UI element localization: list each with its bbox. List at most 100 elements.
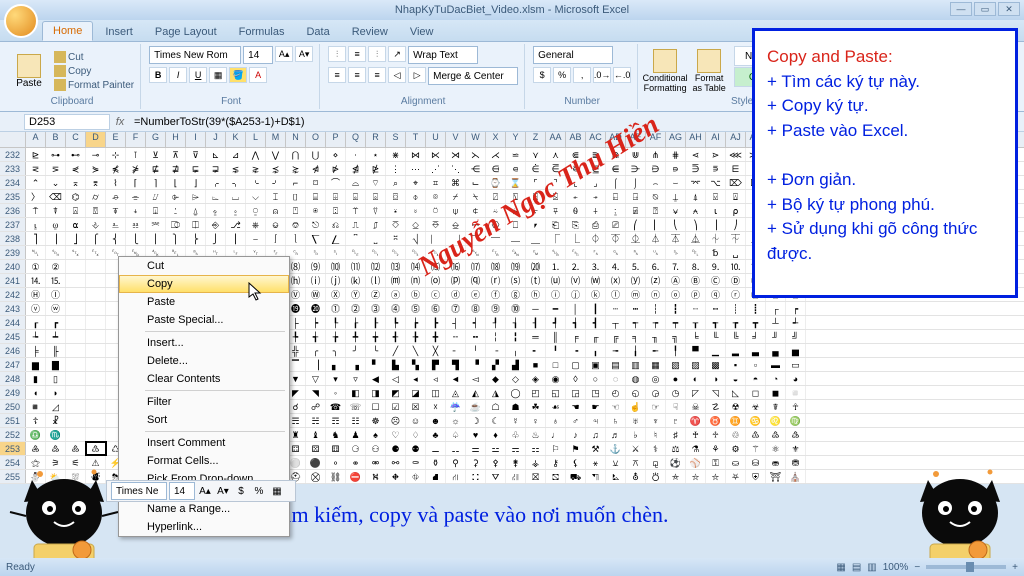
cell[interactable]: ◃ bbox=[426, 372, 446, 385]
cell[interactable]: ⌑ bbox=[306, 176, 326, 189]
cell[interactable]: ⍴ bbox=[726, 204, 746, 217]
cell[interactable]: ⎝ bbox=[666, 218, 686, 231]
column-header[interactable]: AJ bbox=[726, 132, 746, 147]
cell[interactable]: ⌲ bbox=[186, 190, 206, 203]
cell[interactable]: ♢ bbox=[406, 428, 426, 441]
cell[interactable]: ⓠ bbox=[706, 288, 726, 301]
cell[interactable]: ⎆ bbox=[206, 218, 226, 231]
cell[interactable]: ⌄ bbox=[46, 176, 66, 189]
cell[interactable]: ┇ bbox=[666, 302, 686, 315]
cell[interactable]: ⍹ bbox=[46, 218, 66, 231]
cell[interactable]: ⋗ bbox=[706, 148, 726, 161]
cell[interactable]: ⍕ bbox=[106, 204, 126, 217]
cell[interactable]: ⓡ bbox=[726, 288, 746, 301]
cell[interactable]: ▂ bbox=[726, 344, 746, 357]
cell[interactable]: ◹ bbox=[706, 386, 726, 399]
cell[interactable]: ━ bbox=[546, 302, 566, 315]
cell[interactable]: ║ bbox=[546, 330, 566, 343]
cell[interactable]: ␣ bbox=[726, 246, 746, 259]
mini-currency[interactable]: $ bbox=[233, 483, 249, 499]
cell[interactable]: ♦ bbox=[486, 428, 506, 441]
cell[interactable]: ⏅ bbox=[686, 232, 706, 245]
cell[interactable]: ☻ bbox=[426, 414, 446, 427]
cell[interactable]: ⓚ bbox=[586, 288, 606, 301]
cell[interactable]: ⛛ bbox=[486, 470, 506, 483]
cell[interactable]: ⚾ bbox=[686, 456, 706, 469]
cell[interactable]: ⎹ bbox=[446, 232, 466, 245]
cell[interactable]: Ⓨ bbox=[346, 288, 366, 301]
cell[interactable]: ┌ bbox=[766, 302, 786, 315]
cell[interactable]: ╚ bbox=[726, 330, 746, 343]
cell[interactable]: ␓ bbox=[406, 246, 426, 259]
cell[interactable]: ─ bbox=[526, 302, 546, 315]
cell[interactable]: ⋬ bbox=[346, 162, 366, 175]
cell[interactable]: ◂ bbox=[406, 372, 426, 385]
cell[interactable]: ╊ bbox=[406, 330, 426, 343]
cell[interactable]: ♍ bbox=[786, 414, 806, 427]
cell[interactable]: ♸ bbox=[66, 442, 86, 455]
cell[interactable]: ┏ bbox=[46, 316, 66, 329]
cell[interactable]: ⋤ bbox=[186, 162, 206, 175]
cell[interactable]: ⌘ bbox=[446, 176, 466, 189]
cell[interactable]: ☾ bbox=[486, 414, 506, 427]
cell[interactable]: ⎋ bbox=[306, 218, 326, 231]
cell[interactable]: ☒ bbox=[406, 400, 426, 413]
cell[interactable]: ⒦ bbox=[346, 274, 366, 287]
cell[interactable]: ◶ bbox=[646, 386, 666, 399]
cell[interactable]: ◫ bbox=[426, 386, 446, 399]
cell[interactable]: ┃ bbox=[586, 302, 606, 315]
cell[interactable]: ◷ bbox=[666, 386, 686, 399]
cell[interactable]: ⒇ bbox=[526, 260, 546, 273]
column-header[interactable]: U bbox=[426, 132, 446, 147]
cell[interactable]: ⎈ bbox=[246, 218, 266, 231]
cell[interactable] bbox=[66, 400, 86, 413]
cell[interactable]: ▅ bbox=[786, 344, 806, 357]
cell[interactable]: ┆ bbox=[646, 302, 666, 315]
cell[interactable]: ⋉ bbox=[426, 148, 446, 161]
cell[interactable]: ☝ bbox=[626, 400, 646, 413]
cell[interactable]: ⋊ bbox=[446, 148, 466, 161]
cell[interactable]: ☟ bbox=[666, 400, 686, 413]
cell[interactable]: ⛞ bbox=[546, 470, 566, 483]
cell[interactable]: ⎛ bbox=[626, 218, 646, 231]
comma-button[interactable]: , bbox=[573, 67, 591, 83]
cell[interactable]: ⍋ bbox=[686, 190, 706, 203]
cell[interactable]: ␖ bbox=[466, 246, 486, 259]
close-button[interactable]: ✕ bbox=[998, 2, 1020, 16]
cell[interactable]: ┣ bbox=[426, 316, 446, 329]
cell[interactable]: ♎ bbox=[26, 428, 46, 441]
cell[interactable]: ⋆ bbox=[366, 148, 386, 161]
cell[interactable]: ⏄ bbox=[666, 232, 686, 245]
cell[interactable]: ⋭ bbox=[366, 162, 386, 175]
column-header[interactable]: W bbox=[466, 132, 486, 147]
cell[interactable]: ⑿ bbox=[366, 260, 386, 273]
cell[interactable]: ⎇ bbox=[226, 218, 246, 231]
cell[interactable]: ⌢ bbox=[646, 176, 666, 189]
cell[interactable]: ⛚ bbox=[466, 470, 486, 483]
tab-data[interactable]: Data bbox=[296, 23, 339, 41]
cell[interactable]: ⛙ bbox=[446, 470, 466, 483]
cell[interactable]: ␃ bbox=[86, 246, 106, 259]
cell[interactable]: ⓷ bbox=[366, 302, 386, 315]
cell[interactable]: ♬ bbox=[606, 428, 626, 441]
cell[interactable]: ⋋ bbox=[466, 148, 486, 161]
cell[interactable]: ⋺ bbox=[626, 162, 646, 175]
cell[interactable]: ⊺ bbox=[126, 148, 146, 161]
cell[interactable]: ┱ bbox=[706, 316, 726, 329]
row-header[interactable]: 240 bbox=[0, 260, 26, 273]
cell[interactable]: ♁ bbox=[546, 414, 566, 427]
cell[interactable]: ╕ bbox=[626, 330, 646, 343]
cell[interactable]: ◼ bbox=[766, 386, 786, 399]
cell[interactable]: Ⓦ bbox=[306, 288, 326, 301]
minimize-button[interactable]: — bbox=[950, 2, 972, 16]
cell[interactable]: ⎭ bbox=[206, 232, 226, 245]
name-box[interactable]: D253 bbox=[24, 114, 110, 130]
cell[interactable]: ⚛ bbox=[766, 442, 786, 455]
ctx-paste-special[interactable]: Paste Special... bbox=[119, 311, 289, 329]
cell[interactable]: ⚜ bbox=[786, 442, 806, 455]
cell[interactable]: ⍟ bbox=[306, 204, 326, 217]
tab-home[interactable]: Home bbox=[42, 21, 93, 41]
tab-view[interactable]: View bbox=[400, 23, 444, 41]
cell[interactable]: ♪ bbox=[566, 428, 586, 441]
cell[interactable]: ⌤ bbox=[686, 176, 706, 189]
